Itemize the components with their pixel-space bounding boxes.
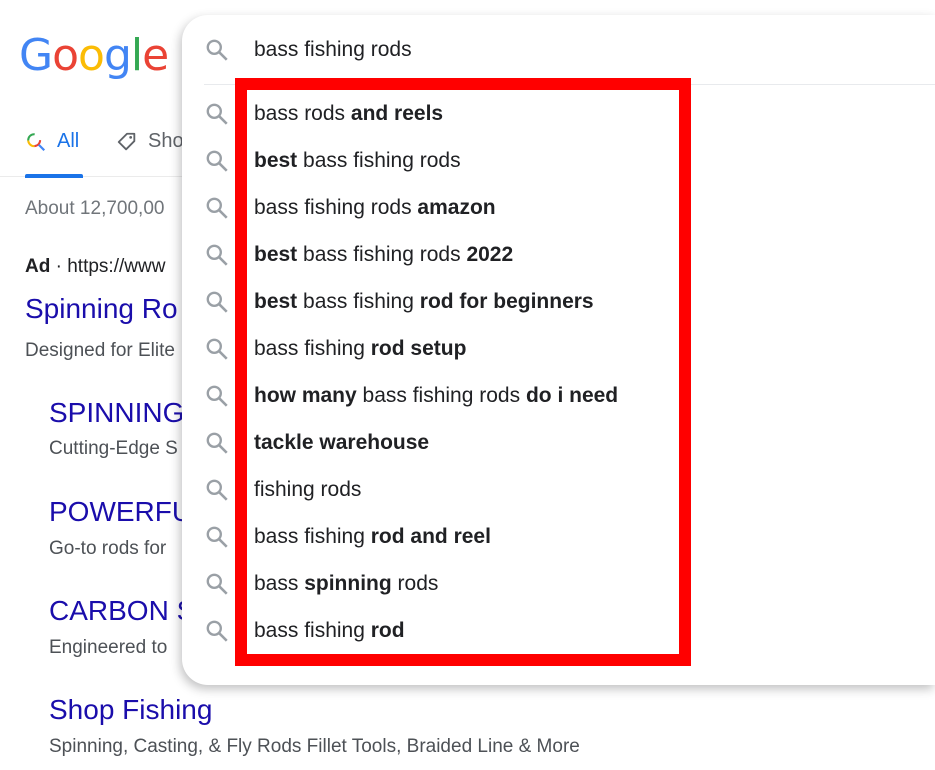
search-icon xyxy=(206,291,228,313)
search-query: bass fishing rods xyxy=(254,38,412,61)
sitelink-desc: Cutting-Edge S xyxy=(49,438,178,459)
suggestion-fragment: how many xyxy=(254,384,357,407)
suggestion-fragment: rods xyxy=(391,572,439,595)
ad-label: Ad xyxy=(25,256,51,277)
suggestion-fragment: bass fishing xyxy=(254,525,371,548)
sitelink-title[interactable]: SPINNING xyxy=(49,397,184,429)
tab-all[interactable]: All xyxy=(25,130,84,178)
suggestion-text: best bass fishing rods 2022 xyxy=(254,243,513,267)
search-input[interactable]: bass fishing rods xyxy=(182,15,935,85)
result-title[interactable]: Spinning Ro xyxy=(25,293,178,325)
suggestion-fragment: bass fishing rods xyxy=(254,196,418,219)
search-icon xyxy=(206,338,228,360)
suggestion-fragment: 2022 xyxy=(466,243,514,266)
suggestion-text: how many bass fishing rods do i need xyxy=(254,384,618,408)
suggestion-fragment: tackle warehouse xyxy=(254,431,430,454)
search-autocomplete-panel: bass fishing rods bass rods and reels bes… xyxy=(182,15,935,685)
search-icon xyxy=(206,39,228,61)
suggestion-fragment: best xyxy=(254,243,298,266)
search-icon xyxy=(206,620,228,642)
suggestion-item[interactable]: bass fishing rod xyxy=(182,608,935,655)
result-stats: About 12,700,00 xyxy=(25,198,165,219)
search-icon xyxy=(206,385,228,407)
suggestion-item[interactable]: how many bass fishing rods do i need xyxy=(182,373,935,420)
suggestion-item[interactable]: best bass fishing rods xyxy=(182,138,935,185)
ad-url[interactable]: https://www xyxy=(67,256,165,277)
sitelink-desc: Go-to rods for xyxy=(49,538,167,559)
suggestion-fragment: rod for beginners xyxy=(419,290,594,313)
suggestion-fragment: rod setup xyxy=(370,337,467,360)
tab-label: All xyxy=(57,130,80,152)
suggestion-fragment: best xyxy=(254,290,298,313)
search-icon xyxy=(206,479,228,501)
suggestion-fragment: rod and reel xyxy=(370,525,491,548)
result-desc: Designed for Elite xyxy=(25,340,175,361)
suggestion-fragment: and reels xyxy=(350,102,444,125)
search-icon xyxy=(206,197,228,219)
suggestion-fragment: rod xyxy=(370,619,405,642)
sitelink-title[interactable]: Shop Fishing xyxy=(49,694,212,726)
suggestion-fragment: amazon xyxy=(417,196,496,219)
suggestion-text: bass fishing rod xyxy=(254,619,405,643)
tab-shopping[interactable]: Sho xyxy=(116,130,184,153)
search-icon xyxy=(206,244,228,266)
search-icon xyxy=(206,150,228,172)
suggestion-text: bass spinning rods xyxy=(254,572,438,596)
suggestion-item[interactable]: best bass fishing rods 2022 xyxy=(182,232,935,279)
suggestion-item[interactable]: best bass fishing rod for beginners xyxy=(182,279,935,326)
suggestion-text: best bass fishing rods xyxy=(254,149,461,173)
suggestion-fragment: bass fishing xyxy=(297,290,420,313)
suggestion-fragment: best xyxy=(254,149,298,172)
suggestion-item[interactable]: bass fishing rod setup xyxy=(182,326,935,373)
suggestion-item[interactable]: fishing rods xyxy=(182,467,935,514)
search-icon xyxy=(27,132,46,151)
suggestion-text: fishing rods xyxy=(254,478,361,502)
search-icon xyxy=(206,432,228,454)
search-icon xyxy=(206,103,228,125)
suggestion-item[interactable]: bass spinning rods xyxy=(182,561,935,608)
suggestion-fragment: bass fishing rods xyxy=(297,243,467,266)
divider xyxy=(204,84,935,85)
suggestion-item[interactable]: tackle warehouse xyxy=(182,420,935,467)
suggestion-item[interactable]: bass fishing rods amazon xyxy=(182,185,935,232)
suggestion-text: best bass fishing rod for beginners xyxy=(254,290,594,314)
suggestion-fragment: bass fishing xyxy=(254,337,371,360)
sitelink-desc: Spinning, Casting, & Fly Rods Fillet Too… xyxy=(49,736,580,757)
suggestion-text: bass fishing rods amazon xyxy=(254,196,496,220)
suggestion-fragment: bass fishing rods xyxy=(356,384,526,407)
suggestion-fragment: spinning xyxy=(304,572,392,595)
suggestion-text: bass rods and reels xyxy=(254,102,443,126)
suggestion-item[interactable]: bass fishing rod and reel xyxy=(182,514,935,561)
suggestion-fragment: do i need xyxy=(525,384,619,407)
suggestion-item[interactable]: bass rods and reels xyxy=(182,91,935,138)
suggestion-fragment: bass fishing xyxy=(254,619,371,642)
suggestion-fragment: fishing rods xyxy=(254,478,362,501)
search-icon xyxy=(206,526,228,548)
suggestion-fragment: bass fishing rods xyxy=(297,149,461,172)
ad-header: Ad · https://www xyxy=(25,256,166,277)
sitelink-desc: Engineered to xyxy=(49,637,168,658)
suggestion-text: bass fishing rod setup xyxy=(254,337,466,361)
search-icon xyxy=(206,573,228,595)
suggestion-fragment: bass xyxy=(254,572,305,595)
sitelink-title[interactable]: POWERFU xyxy=(49,496,192,528)
suggestion-text: bass fishing rod and reel xyxy=(254,525,491,549)
google-logo[interactable]: Google xyxy=(19,27,169,82)
sitelink-title[interactable]: CARBON S xyxy=(49,595,195,627)
suggestion-text: tackle warehouse xyxy=(254,431,429,455)
tab-label: Sho xyxy=(148,130,184,152)
suggestion-fragment: bass rods xyxy=(254,102,351,125)
tag-icon xyxy=(117,132,136,150)
